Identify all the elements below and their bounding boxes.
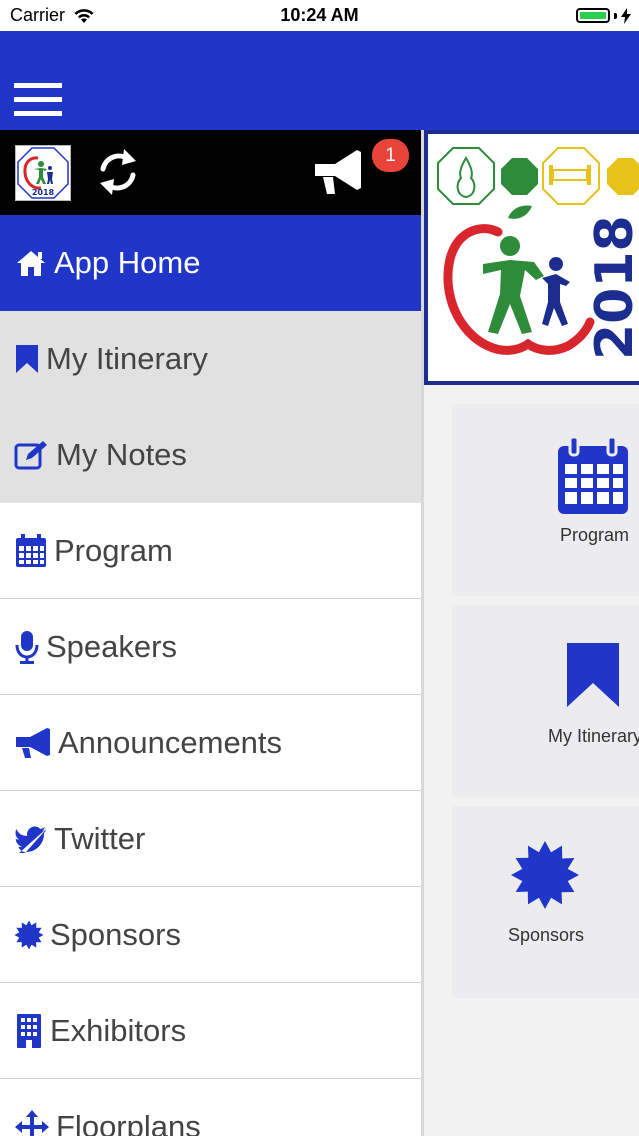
refresh-icon[interactable] [96, 147, 140, 197]
calendar-icon [14, 533, 48, 568]
app-logo: 2018 [15, 145, 71, 201]
my-itinerary-tile[interactable]: My Itinerary [452, 605, 639, 797]
megaphone-icon [14, 726, 52, 760]
menu-hamburger-icon[interactable] [14, 83, 62, 117]
wifi-icon [74, 8, 94, 23]
event-banner: 2018 [424, 130, 639, 385]
starburst-icon [511, 841, 579, 909]
program-tile-label: Program [560, 525, 630, 545]
menu-item-announcements[interactable]: Announcements [0, 695, 421, 791]
menu-item-label: Exhibitors [50, 1012, 187, 1048]
edit-icon [14, 438, 48, 472]
microphone-icon [14, 630, 40, 664]
twitter-icon [14, 822, 48, 856]
menu-item-label: My Notes [56, 436, 187, 472]
menu-item-sponsors[interactable]: Sponsors [0, 887, 421, 983]
menu-item-label: Floorplans [56, 1108, 201, 1136]
menu-item-speakers[interactable]: Speakers [0, 599, 421, 695]
notification-badge: 1 [372, 139, 409, 172]
menu-item-label: App Home [54, 244, 201, 280]
event-logo-image: 2018 [437, 147, 639, 360]
menu-item-label: Program [54, 532, 173, 568]
menu-item-my-notes[interactable]: My Notes [0, 407, 421, 503]
calendar-icon [558, 436, 628, 514]
program-tile[interactable]: Program [452, 404, 639, 596]
status-bar: Carrier 10:24 AM [0, 0, 639, 31]
navigation-bar [0, 31, 639, 130]
app-logo-year: 2018 [32, 188, 55, 197]
starburst-icon [14, 918, 44, 952]
menu-item-label: Sponsors [50, 916, 181, 952]
bookmark-icon [14, 342, 40, 376]
menu-item-my-itinerary[interactable]: My Itinerary [0, 311, 421, 407]
drawer-header: 2018 1 [0, 130, 421, 215]
building-icon [14, 1013, 44, 1048]
bookmark-icon [567, 643, 619, 707]
home-content: 2018 Program My Itinerary Sponsors [424, 130, 639, 1136]
banner-year-label: 2018 [585, 215, 639, 360]
battery-tip [614, 12, 617, 19]
menu-item-label: Twitter [54, 820, 146, 856]
my-itinerary-tile-label: My Itinerary [548, 726, 639, 746]
side-drawer: 2018 1 App Home My Itinerary My Notes Pr… [0, 130, 424, 1136]
announcements-megaphone-icon[interactable] [313, 146, 363, 198]
battery-icon [576, 8, 610, 23]
menu-item-label: Speakers [46, 628, 177, 664]
menu-item-floorplans[interactable]: Floorplans [0, 1079, 421, 1136]
menu-item-label: Announcements [58, 724, 283, 760]
arrows-icon [14, 1109, 50, 1136]
menu-item-label: My Itinerary [46, 340, 208, 376]
menu-item-program[interactable]: Program [0, 503, 421, 599]
menu-item-exhibitors[interactable]: Exhibitors [0, 983, 421, 1079]
menu-item-twitter[interactable]: Twitter [0, 791, 421, 887]
sponsors-tile[interactable]: Sponsors [452, 806, 639, 998]
sponsors-tile-label: Sponsors [508, 925, 585, 945]
clock: 10:24 AM [280, 5, 359, 25]
drawer-menu: App Home My Itinerary My Notes Program S [0, 215, 421, 1136]
home-icon [14, 246, 48, 280]
carrier-label: Carrier [10, 5, 66, 25]
menu-item-app-home[interactable]: App Home [0, 215, 421, 311]
charging-bolt-icon [621, 7, 631, 24]
